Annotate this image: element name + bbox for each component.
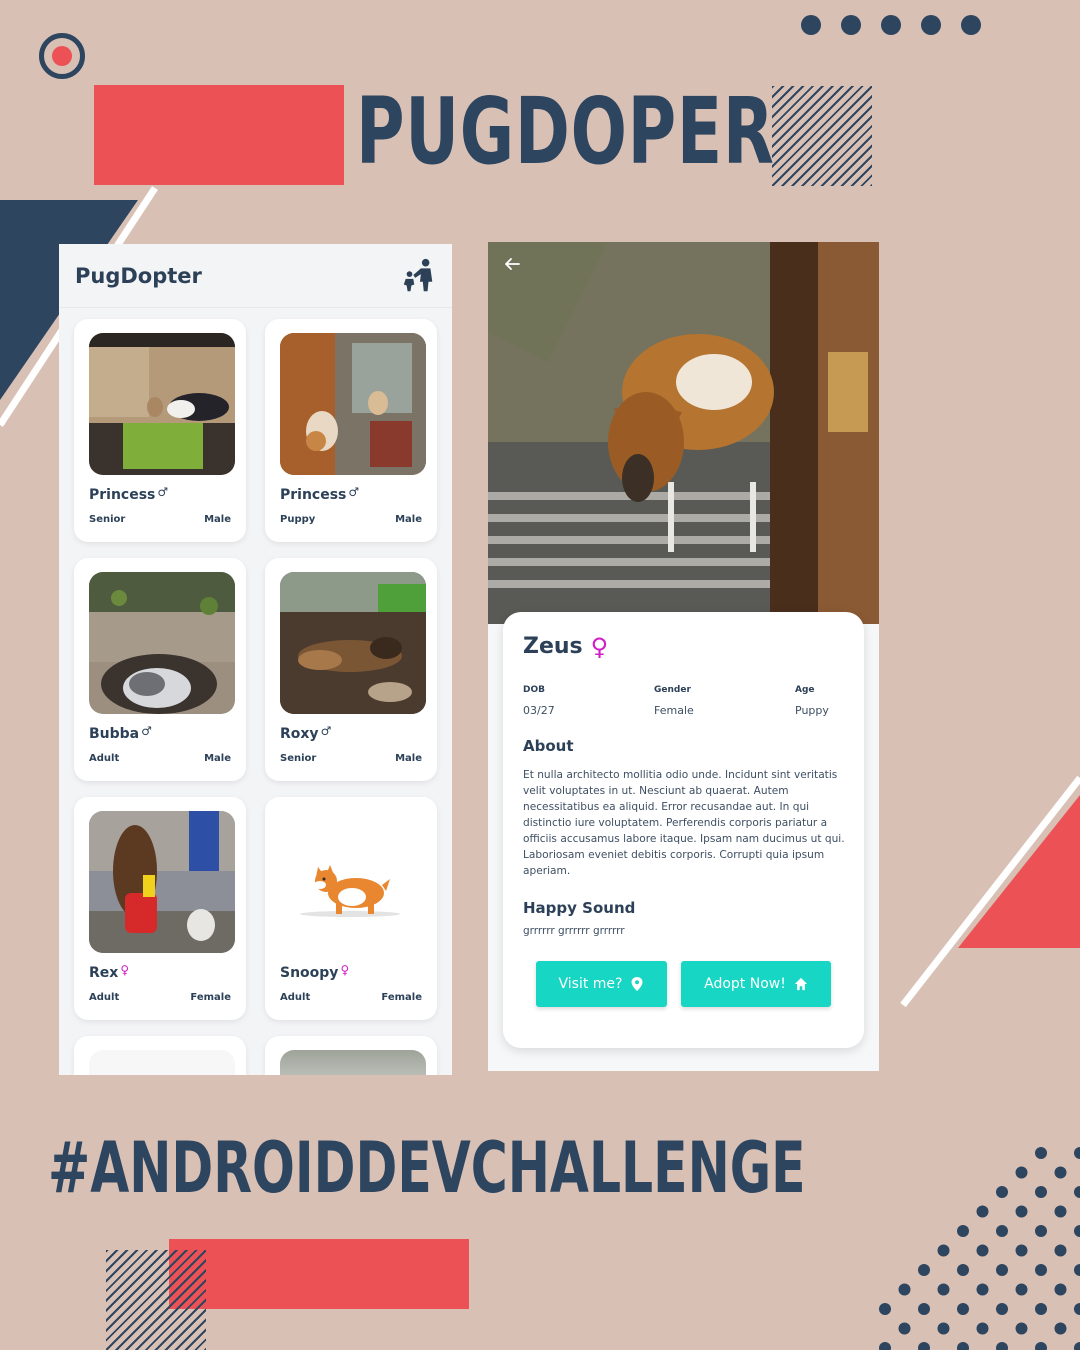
pet-name-row: Princess ♂ [280,485,422,509]
male-icon: ♂ [157,485,169,499]
pet-name-row: Bubba ♂ [89,724,231,748]
pet-name-row: Roxy ♂ [280,724,422,748]
dogs-on-street-photo [89,811,235,953]
pet-card[interactable]: Bubba ♂ Adult Male [74,558,246,781]
poster-title: PUGDOPER [356,78,775,185]
pet-meta: Senior Male [280,753,422,764]
male-icon: ♂ [141,724,152,738]
pet-age: Puppy [280,514,316,525]
pet-meta: Senior Male [89,514,231,525]
pet-list-screen: PugDopter Princess ♂ Senior Male Princes… [59,244,452,1075]
dot-row-decoration [801,15,981,35]
hatch-decoration-top [772,86,872,186]
location-pin-icon [631,977,643,991]
pet-name: Rex [89,965,119,981]
corgi-illustration [280,811,426,953]
pet-name-row: Rex ♀ [89,963,231,987]
adopt-now-button[interactable]: Adopt Now! [681,961,831,1007]
pet-meta: Adult Female [280,992,422,1003]
app-bar: PugDopter [59,244,452,308]
family-icon[interactable] [400,257,438,295]
happy-sound-heading: Happy Sound [523,899,636,917]
pet-name: Princess [89,487,156,503]
pet-card-partial[interactable] [265,1036,437,1075]
pet-card[interactable]: Snoopy ♀ Adult Female [265,797,437,1020]
pet-name: Snoopy [280,965,339,981]
pet-meta: Adult Male [89,753,231,764]
pet-gender: Male [395,514,422,525]
about-text: Et nulla architecto mollitia odio unde. … [523,769,845,877]
age-label: Age [795,685,815,695]
pet-photo-partial [89,1050,235,1075]
pet-age: Adult [89,992,120,1003]
pet-age: Adult [280,992,311,1003]
female-icon: ♀ [340,963,350,977]
dog-name: Zeus [523,634,583,659]
pet-meta: Puppy Male [280,514,422,525]
hatch-decoration-bottom [106,1250,206,1350]
pet-meta: Adult Female [89,992,231,1003]
pet-gender: Male [204,514,231,525]
dog-name-row: Zeus ♀ [523,634,844,659]
home-icon [794,977,807,991]
zeus-hero-photo [488,242,879,624]
action-buttons: Visit me? Adopt Now! [536,961,844,1007]
app-title: PugDopter [75,263,202,288]
age-info: Age Puppy [795,685,829,717]
pet-name-row: Snoopy ♀ [280,963,422,987]
visit-me-button[interactable]: Visit me? [536,961,667,1007]
pet-card[interactable]: Princess ♂ Puppy Male [265,319,437,542]
hashtag-text: #ANDROIDDEVCHALLENGE [48,1127,806,1209]
pet-gender: Male [204,753,231,764]
male-icon: ♂ [348,485,360,499]
pet-gender: Female [381,992,422,1003]
pet-card[interactable]: Rex ♀ Adult Female [74,797,246,1020]
husky-in-hole-photo [89,572,235,714]
shepherd-in-garden-photo [280,572,426,714]
pet-gender: Female [190,992,231,1003]
happy-sound-text: grrrrrr grrrrrr grrrrrr [523,925,625,937]
pet-detail-card: Zeus ♀ DOB 03/27 Gender Female Age Puppy… [503,612,864,1048]
puppy-at-door-photo [280,333,426,475]
red-bar-decoration-bottom [169,1239,469,1309]
pet-name-row: Princess ♂ [89,485,231,509]
male-icon: ♂ [320,724,332,738]
dob-value: 03/27 [523,704,555,717]
age-value: Puppy [795,704,829,717]
pet-info-row: DOB 03/27 Gender Female Age Puppy [523,685,844,717]
visit-me-label: Visit me? [558,976,623,992]
pet-card[interactable]: Princess ♂ Senior Male [74,319,246,542]
target-ring-decoration [39,33,85,79]
gender-info: Gender Female [654,685,795,717]
pet-age: Senior [280,753,317,764]
pet-name: Bubba [89,726,140,742]
dob-label: DOB [523,685,545,695]
pet-card[interactable]: Roxy ♂ Senior Male [265,558,437,781]
pet-age: Adult [89,753,120,764]
female-icon: ♀ [590,632,609,661]
pet-age: Senior [89,514,126,525]
back-arrow-icon[interactable] [502,254,522,274]
dob-info: DOB 03/27 [523,685,654,717]
pet-photo-partial [280,1050,426,1075]
gender-label: Gender [654,685,691,695]
red-bar-decoration-top [94,85,344,185]
pet-name: Roxy [280,726,319,742]
pet-grid: Princess ♂ Senior Male Princess ♂ Puppy … [74,319,437,1075]
pet-gender: Male [395,753,422,764]
pet-detail-screen: Zeus ♀ DOB 03/27 Gender Female Age Puppy… [488,242,879,1071]
dog-with-person-photo [89,333,235,475]
pet-card-partial[interactable] [74,1036,246,1075]
dot-grid-decoration [879,1147,1080,1350]
gender-value: Female [654,704,694,717]
pet-name: Princess [280,487,347,503]
female-icon: ♀ [120,963,130,977]
about-heading: About [523,737,574,755]
adopt-now-label: Adopt Now! [704,976,786,992]
